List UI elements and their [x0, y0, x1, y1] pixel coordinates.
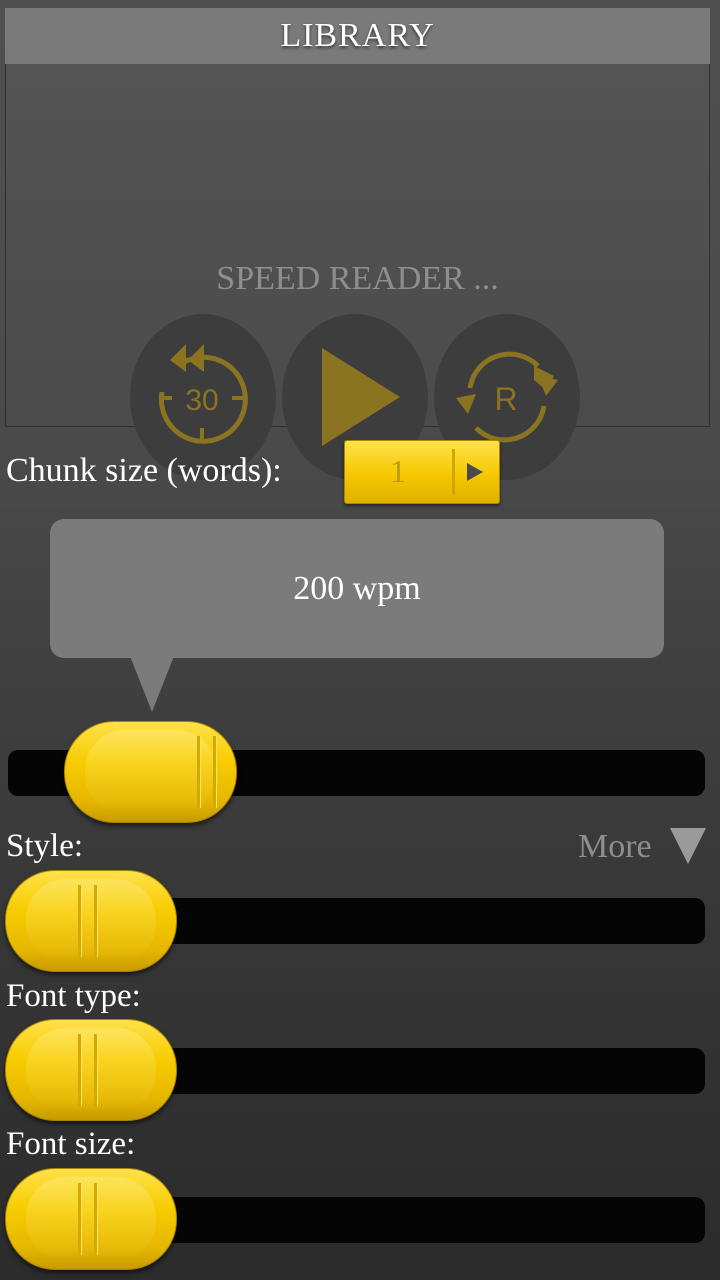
grip-line: [94, 885, 97, 957]
rewind-30-label: 30: [185, 384, 218, 417]
speed-tooltip: 200 wpm: [50, 519, 664, 658]
player-title: SPEED READER ...: [216, 260, 499, 297]
chunk-size-label: Chunk size (words):: [6, 452, 282, 489]
chunk-size-stepper[interactable]: 1: [344, 440, 500, 504]
font-size-slider-thumb[interactable]: [5, 1168, 177, 1270]
chevron-right-icon[interactable]: [465, 461, 485, 483]
library-label: LIBRARY: [280, 17, 435, 54]
grip-line: [197, 736, 200, 808]
chunk-size-value: 1: [390, 453, 406, 489]
more-button[interactable]: More: [578, 828, 652, 866]
grip-line: [78, 1034, 81, 1106]
font-size-label: Font size:: [6, 1126, 136, 1162]
style-label: Style:: [6, 828, 84, 864]
grip-line: [213, 736, 216, 808]
restart-label: R: [494, 381, 517, 417]
grip-line: [78, 1183, 81, 1255]
chunk-divider: [452, 449, 455, 495]
library-button[interactable]: LIBRARY: [5, 8, 710, 66]
more-triangle-icon[interactable]: [668, 826, 708, 866]
font-type-slider-thumb[interactable]: [5, 1019, 177, 1121]
grip-line: [94, 1034, 97, 1106]
player-panel: SPEED READER ... 30 R: [5, 64, 710, 480]
grip-line: [78, 885, 81, 957]
style-slider-thumb[interactable]: [5, 870, 177, 972]
grip-line: [94, 1183, 97, 1255]
speed-slider-thumb[interactable]: [64, 721, 237, 823]
tooltip-pointer: [130, 656, 174, 712]
speed-value: 200 wpm: [293, 569, 421, 607]
font-type-label: Font type:: [6, 978, 141, 1014]
